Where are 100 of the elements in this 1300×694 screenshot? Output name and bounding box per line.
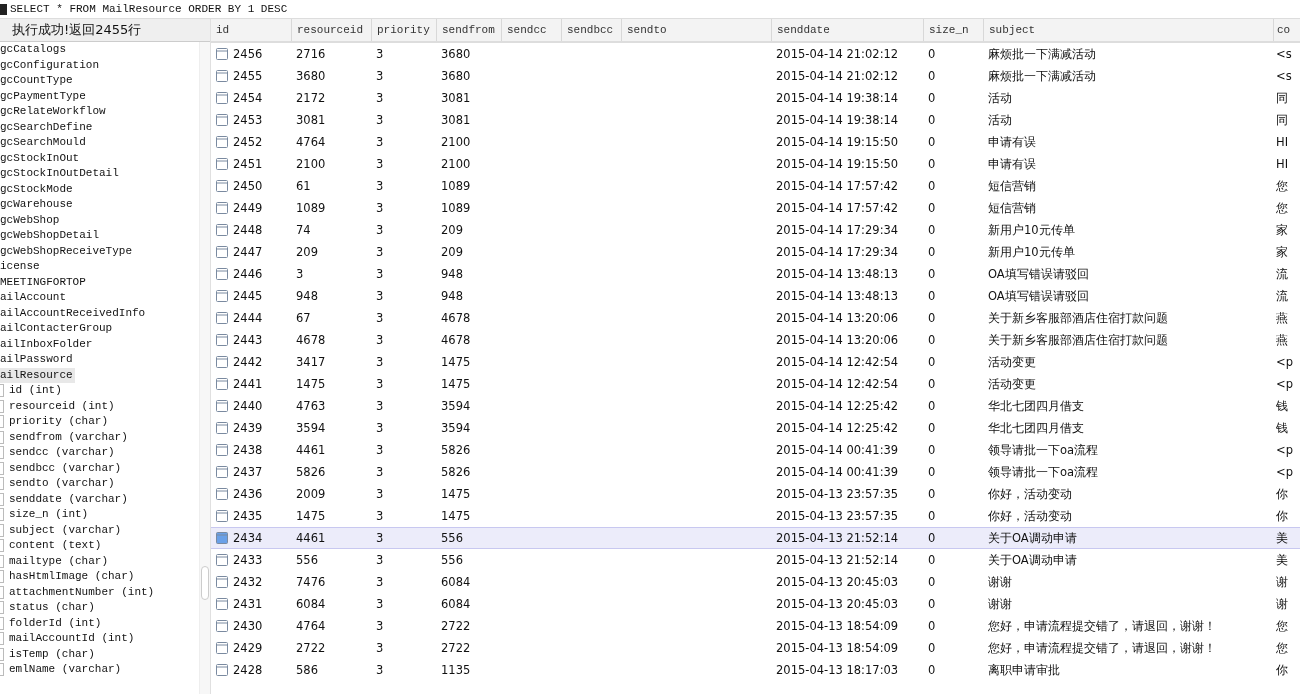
column-header[interactable]: size_n — [923, 19, 983, 41]
table-row[interactable]: 2431 6084 3 6084 2015-04-13 20:45:03 0 谢谢 谢 — [211, 593, 1300, 615]
tree-item[interactable]: gcCountType — [0, 73, 75, 89]
table-cell: 586 — [296, 663, 318, 677]
table-row[interactable]: 2447 209 3 209 2015-04-14 17:29:34 0 新用户10元传单 家 — [211, 241, 1300, 263]
table-cell: 6084 — [441, 575, 471, 589]
tree-item[interactable]: mailAccountId (int) — [9, 631, 135, 647]
table-row[interactable]: 2433 556 3 556 2015-04-13 21:52:14 0 关于OA调动申请 美 — [211, 549, 1300, 571]
table-row[interactable]: 2428 586 3 1135 2015-04-13 18:17:03 0 离职申请审批 你 — [211, 659, 1300, 681]
table-cell: 5826 — [296, 465, 326, 479]
table-cell: 新用户10元传单 — [988, 244, 1075, 260]
table-row[interactable]: 2443 4678 3 4678 2015-04-14 13:20:06 0 关于新乡客服部酒店住宿打款问题 燕 — [211, 329, 1300, 351]
table-row[interactable]: 2446 3 3 948 2015-04-14 13:48:13 0 OA填写错误请驳回 流 — [211, 263, 1300, 285]
tree-item[interactable]: ailPassword — [0, 352, 75, 368]
column-header[interactable]: sendcc — [501, 19, 561, 41]
table-row[interactable]: 2449 1089 3 1089 2015-04-14 17:57:42 0 短信营销 您 — [211, 197, 1300, 219]
table-row[interactable]: 2448 74 3 209 2015-04-14 17:29:34 0 新用户10元传单 家 — [211, 219, 1300, 241]
tree-item[interactable]: icense — [0, 259, 42, 275]
table-cell: 活动 — [988, 90, 1012, 106]
tree-item[interactable]: status (char) — [9, 600, 95, 616]
tree-item[interactable]: gcCatalogs — [0, 42, 68, 58]
tree-item[interactable]: attachmentNumber (int) — [9, 584, 155, 600]
row-icon — [216, 136, 228, 148]
tree-item[interactable]: gcWebShopDetail — [0, 228, 102, 244]
table-row[interactable]: 2435 1475 3 1475 2015-04-13 23:57:35 0 你好，活动变动 你 — [211, 505, 1300, 527]
table-cell: 2442 — [233, 355, 263, 369]
tree-item[interactable]: folderId (int) — [9, 615, 102, 631]
tree-item[interactable]: gcSearchMould — [0, 135, 88, 151]
column-header[interactable]: sendto — [621, 19, 771, 41]
table-row[interactable]: 2441 1475 3 1475 2015-04-14 12:42:54 0 活动变更 <p — [211, 373, 1300, 395]
tree-item[interactable]: ailResource — [0, 367, 75, 383]
tree-item[interactable]: priority (char) — [9, 414, 109, 430]
tree-item[interactable]: gcConfiguration — [0, 57, 102, 73]
tree-item[interactable]: gcPaymentType — [0, 88, 88, 104]
tree-item[interactable]: id (int) — [9, 383, 62, 399]
table-row[interactable]: 2432 7476 3 6084 2015-04-13 20:45:03 0 谢谢 谢 — [211, 571, 1300, 593]
column-header[interactable]: resourceid — [291, 19, 371, 41]
tree-item[interactable]: subject (varchar) — [9, 522, 122, 538]
table-cell: 3 — [376, 597, 384, 611]
tree-item[interactable]: sendcc (varchar) — [9, 445, 115, 461]
tree-item[interactable]: sendto (varchar) — [9, 476, 115, 492]
tree-item[interactable]: sendbcc (varchar) — [9, 460, 122, 476]
table-cell: <p — [1276, 465, 1293, 479]
tree-item[interactable]: mailtype (char) — [9, 553, 109, 569]
table-row[interactable]: 2455 3680 3 3680 2015-04-14 21:02:12 0 麻烦批一下满减活动 <s — [211, 65, 1300, 87]
table-cell: 2015-04-14 13:20:06 — [776, 311, 899, 325]
row-icon — [216, 422, 228, 434]
tree-item[interactable]: senddate (varchar) — [9, 491, 128, 507]
tree-item[interactable]: sendfrom (varchar) — [9, 429, 128, 445]
table-cell: 3 — [376, 245, 384, 259]
table-row[interactable]: 2451 2100 3 2100 2015-04-14 19:15:50 0 申请有误 HI — [211, 153, 1300, 175]
tree-item[interactable]: ailAccountReceivedInfo — [0, 305, 148, 321]
table-row[interactable]: 2450 61 3 1089 2015-04-14 17:57:42 0 短信营销 您 — [211, 175, 1300, 197]
table-cell: 3 — [376, 531, 384, 545]
tree-item[interactable]: isTemp (char) — [9, 646, 95, 662]
column-header[interactable]: senddate — [771, 19, 923, 41]
tree-item[interactable]: gcSearchDefine — [0, 119, 95, 135]
table-row[interactable]: 2452 4764 3 2100 2015-04-14 19:15:50 0 申请有误 HI — [211, 131, 1300, 153]
table-row[interactable]: 2453 3081 3 3081 2015-04-14 19:38:14 0 活动 同 — [211, 109, 1300, 131]
tree-item[interactable]: ailContacterGroup — [0, 321, 115, 337]
tree-item[interactable]: ailAccount — [0, 290, 68, 306]
column-header[interactable]: id — [211, 19, 291, 41]
tree-item[interactable]: gcStockInOut — [0, 150, 82, 166]
tree-item[interactable]: resourceid (int) — [9, 398, 115, 414]
tree-item[interactable]: size_n (int) — [9, 507, 89, 523]
tree-item[interactable]: emlName (varchar) — [9, 662, 122, 678]
table-row[interactable]: 2437 5826 3 5826 2015-04-14 00:41:39 0 领导请批一下oa流程 <p — [211, 461, 1300, 483]
table-cell: 2456 — [233, 47, 263, 61]
table-cell: 您 — [1276, 640, 1288, 656]
table-row[interactable]: 2445 948 3 948 2015-04-14 13:48:13 0 OA填写错误请驳回 流 — [211, 285, 1300, 307]
table-row[interactable]: 2439 3594 3 3594 2015-04-14 12:25:42 0 华北七团四月借支 钱 — [211, 417, 1300, 439]
tree-item[interactable]: gcWebShop — [0, 212, 62, 228]
table-row[interactable]: 2444 67 3 4678 2015-04-14 13:20:06 0 关于新乡客服部酒店住宿打款问题 燕 — [211, 307, 1300, 329]
table-row[interactable]: 2436 2009 3 1475 2015-04-13 23:57:35 0 你好，活动变动 你 — [211, 483, 1300, 505]
tree-item[interactable]: gcStockMode — [0, 181, 75, 197]
table-row[interactable]: 2434 4461 3 556 2015-04-13 21:52:14 0 关于OA调动申请 美 — [211, 527, 1300, 549]
table-row[interactable]: 2440 4763 3 3594 2015-04-14 12:25:42 0 华北七团四月借支 钱 — [211, 395, 1300, 417]
table-cell: 2448 — [233, 223, 263, 237]
row-icon — [216, 180, 228, 192]
column-header[interactable]: sendfrom — [436, 19, 501, 41]
column-header[interactable]: sendbcc — [561, 19, 621, 41]
table-row[interactable]: 2438 4461 3 5826 2015-04-14 00:41:39 0 领导请批一下oa流程 <p — [211, 439, 1300, 461]
tree-item[interactable]: gcStockInOutDetail — [0, 166, 121, 182]
tree-item[interactable]: ailInboxFolder — [0, 336, 95, 352]
table-row[interactable]: 2430 4764 3 2722 2015-04-13 18:54:09 0 您好，申请流程提交错了，请退回，谢谢！ 您 — [211, 615, 1300, 637]
tree-item[interactable]: hasHtmlImage (char) — [9, 569, 135, 585]
tree-item[interactable]: gcWebShopReceiveType — [0, 243, 135, 259]
table-row[interactable]: 2454 2172 3 3081 2015-04-14 19:38:14 0 活动 同 — [211, 87, 1300, 109]
tree-item[interactable]: gcWarehouse — [0, 197, 75, 213]
column-header[interactable]: priority — [371, 19, 436, 41]
column-header[interactable]: subject — [983, 19, 1273, 41]
table-row[interactable]: 2429 2722 3 2722 2015-04-13 18:54:09 0 您好，申请流程提交错了，请退回，谢谢！ 您 — [211, 637, 1300, 659]
column-header[interactable]: co — [1273, 19, 1300, 41]
tree-item[interactable]: content (text) — [9, 538, 102, 554]
table-cell: 4764 — [296, 135, 326, 149]
table-cell: 您 — [1276, 618, 1288, 634]
table-row[interactable]: 2456 2716 3 3680 2015-04-14 21:02:12 0 麻烦批一下满减活动 <s — [211, 43, 1300, 65]
table-row[interactable]: 2442 3417 3 1475 2015-04-14 12:42:54 0 活动变更 <p — [211, 351, 1300, 373]
tree-item[interactable]: MEETINGFORTOP — [0, 274, 88, 290]
tree-item[interactable]: gcRelateWorkflow — [0, 104, 108, 120]
